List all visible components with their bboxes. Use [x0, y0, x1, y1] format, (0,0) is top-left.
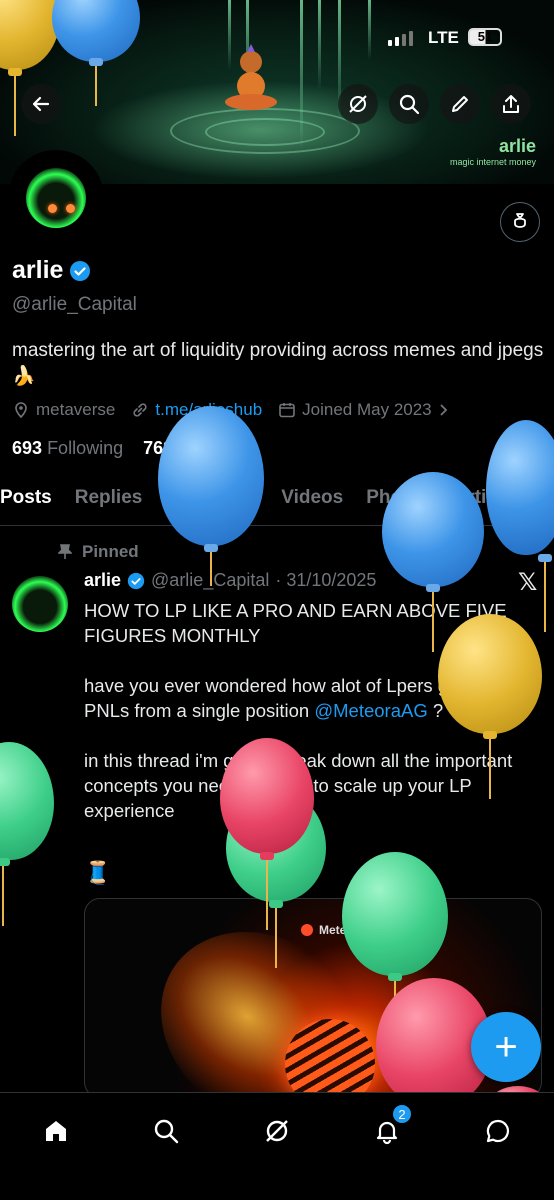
chat-bubble-icon — [486, 1119, 510, 1143]
bottom-navigation — [0, 1092, 554, 1200]
banner-brand-tagline: magic internet money — [449, 157, 536, 167]
nav-messages[interactable] — [478, 1111, 518, 1151]
followers-label: Followers — [178, 438, 256, 458]
profile-meta: metaverse t.me/arlieshub Joined May 2023 — [12, 400, 450, 420]
following-link[interactable]: 693 Following — [12, 438, 123, 458]
post-media-image[interactable]: Meteora — [84, 898, 542, 1098]
follow-stats: 693 Following 763 Followers — [12, 438, 255, 459]
profile-link[interactable]: t.me/arlieshub — [155, 400, 262, 420]
x-logo-icon[interactable]: 𝕏 — [518, 568, 537, 597]
post-author-handle[interactable]: @arlie_Capital — [151, 570, 269, 591]
link-icon — [133, 403, 147, 417]
status-bar: 07:52 LTE 51 — [0, 24, 554, 54]
calendar-icon — [279, 403, 295, 418]
post-header: arlie @arlie_Capital · 31/10/2025 — [84, 570, 376, 591]
nav-grok[interactable] — [257, 1111, 297, 1151]
tab-posts[interactable]: Posts — [0, 478, 52, 525]
search-icon — [399, 94, 420, 115]
money-bag-icon — [514, 213, 526, 228]
compose-post-button[interactable]: + — [471, 1012, 541, 1082]
banner-brand-name: arlie — [498, 136, 536, 156]
profile-name: arlie — [12, 256, 64, 284]
tab-videos[interactable]: Videos — [281, 478, 343, 525]
nav-home[interactable] — [36, 1111, 76, 1151]
tab-articles[interactable]: Articles — [454, 478, 524, 525]
network-type: LTE — [428, 28, 459, 47]
share-button[interactable] — [491, 84, 531, 124]
profile-avatar[interactable] — [8, 150, 104, 246]
post-body[interactable]: HOW TO LP LIKE A PRO AND EARN ABOVE FIVE… — [84, 598, 544, 848]
post-line-1: HOW TO LP LIKE A PRO AND EARN ABOVE FIVE… — [84, 600, 507, 646]
post-line-2: have you ever wondered how alot of Lpers… — [84, 675, 513, 721]
following-label: Following — [47, 438, 124, 458]
arrow-left-icon — [32, 96, 50, 112]
balloon-decoration — [0, 742, 54, 942]
post-author-name[interactable]: arlie — [84, 570, 121, 591]
verified-badge-icon[interactable] — [69, 260, 91, 282]
followers-count: 763 — [143, 438, 174, 458]
post-date: · 31/10/2025 — [275, 570, 377, 590]
profile-location: metaverse — [36, 400, 116, 419]
following-count: 693 — [12, 438, 43, 458]
tip-button[interactable] — [500, 202, 540, 242]
battery-icon: 51 — [468, 28, 502, 46]
pin-icon — [58, 544, 72, 559]
grok-icon — [266, 1120, 288, 1142]
plus-icon: + — [494, 1024, 518, 1069]
pinned-indicator: Pinned — [58, 542, 139, 562]
profile-tabs: Posts Replies Highlights Videos Photos A… — [0, 478, 554, 526]
mention-link[interactable]: @MeteoraAG — [314, 700, 427, 721]
share-icon — [503, 95, 519, 113]
profile-joined: Joined May 2023 — [302, 400, 432, 419]
edit-button[interactable] — [440, 84, 480, 124]
tab-photos[interactable]: Photos — [366, 478, 430, 525]
notifications-badge: 2 — [392, 1104, 412, 1124]
profile-bio: mastering the art of liquidity providing… — [12, 340, 544, 387]
grok-button[interactable] — [338, 84, 378, 124]
tab-replies[interactable]: Replies — [75, 478, 143, 525]
post-author-avatar[interactable] — [12, 576, 68, 632]
media-logo: Meteora — [301, 923, 365, 937]
home-icon — [46, 1121, 66, 1141]
search-button[interactable] — [389, 84, 429, 124]
tab-highlights[interactable]: Highlights — [165, 478, 258, 525]
post-line-3: in this thread i'm gonna break down all … — [84, 750, 513, 821]
status-time: 07:52 — [74, 26, 128, 49]
grok-icon — [349, 95, 367, 113]
search-icon — [154, 1119, 179, 1144]
signal-icon — [388, 30, 413, 46]
followers-link[interactable]: 763 Followers — [143, 438, 255, 458]
pinned-label: Pinned — [82, 542, 139, 561]
location-pin-icon — [15, 402, 27, 419]
profile-handle: @arlie_Capital — [12, 294, 137, 315]
thread-emoji: 🧵 — [84, 860, 112, 885]
nav-search[interactable] — [146, 1111, 186, 1151]
pencil-icon — [452, 96, 468, 112]
back-button[interactable] — [21, 84, 61, 124]
verified-badge-icon — [127, 572, 145, 589]
chevron-right-icon[interactable] — [438, 403, 450, 417]
